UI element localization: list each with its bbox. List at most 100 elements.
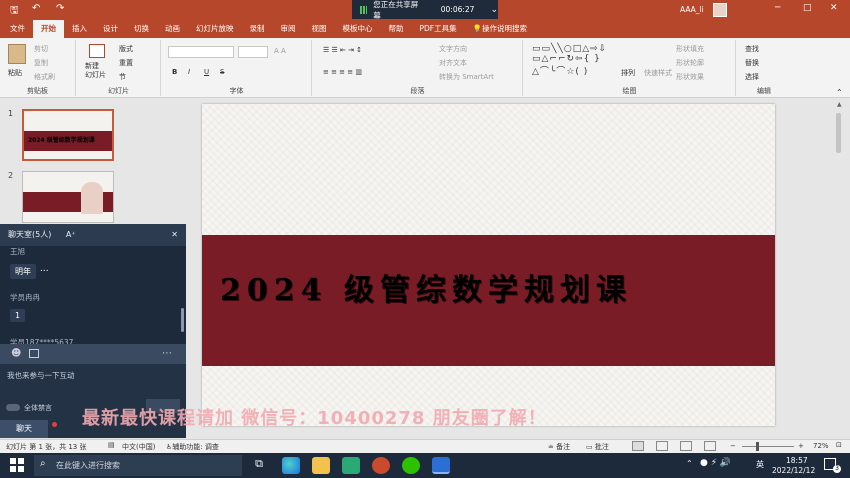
meeting-app-icon[interactable] <box>432 457 450 474</box>
tab-pdf-tools[interactable]: PDF工具集 <box>412 20 465 38</box>
undo-icon[interactable]: ↶ <box>32 3 40 14</box>
tray-up-icon[interactable]: ⌃ <box>686 459 693 468</box>
chat-scrollbar[interactable] <box>181 308 184 332</box>
font-name-input[interactable] <box>168 46 234 58</box>
zoom-slider[interactable] <box>742 446 794 447</box>
tab-animations[interactable]: 动画 <box>157 20 188 38</box>
image-icon[interactable] <box>29 349 39 358</box>
tray-icons[interactable]: ● ⚡ 🔊 <box>700 458 731 468</box>
strikethrough-button[interactable]: S <box>220 68 224 76</box>
reading-view-icon[interactable] <box>680 441 692 451</box>
edge-browser-icon[interactable] <box>282 457 300 474</box>
replace-button[interactable]: 替换 <box>745 58 759 68</box>
taskbar-search[interactable]: ⌕ 在此键入进行搜索 <box>34 455 242 476</box>
section-button[interactable]: 节 <box>119 72 126 82</box>
shape-fill-button[interactable]: 形状填充 <box>676 44 704 54</box>
tab-slideshow[interactable]: 幻灯片放映 <box>188 20 242 38</box>
font-grow-icon[interactable]: A A <box>274 47 286 55</box>
emoji-icon[interactable]: ☻ <box>11 348 21 359</box>
shape-outline-button[interactable]: 形状轮廓 <box>676 58 704 68</box>
slide-title[interactable]: 2024 级管综数学规划课 <box>220 265 632 309</box>
close-button[interactable]: ✕ <box>830 3 838 13</box>
copy-button[interactable]: 复制 <box>34 58 48 68</box>
clock-date[interactable]: 2022/12/12 <box>772 466 815 475</box>
powerpoint-icon[interactable] <box>372 457 390 474</box>
font-size-toggle[interactable]: A⁺ <box>66 230 76 239</box>
avatar[interactable] <box>713 3 727 17</box>
layout-button[interactable]: 版式 <box>119 44 133 54</box>
convert-smartart-button[interactable]: 转换为 SmartArt <box>439 72 494 82</box>
more-options-icon[interactable]: ⋯ <box>162 348 172 359</box>
zoom-in-button[interactable]: + <box>798 442 804 450</box>
mute-all-toggle[interactable] <box>6 404 20 411</box>
slideshow-icon[interactable] <box>704 441 716 451</box>
tab-template-center[interactable]: 模板中心 <box>335 20 381 38</box>
screen-share-banner[interactable]: 您正在共享屏幕 00:06:27 ⌄ <box>352 0 498 20</box>
font-size-input[interactable] <box>238 46 268 58</box>
scroll-thumb[interactable] <box>836 113 841 153</box>
align-text-button[interactable]: 对齐文本 <box>439 58 467 68</box>
zoom-out-button[interactable]: − <box>730 442 736 450</box>
italic-button[interactable]: I <box>188 68 190 76</box>
tab-help[interactable]: 帮助 <box>381 20 412 38</box>
chat-tab[interactable]: 聊天 <box>0 420 48 438</box>
tab-transitions[interactable]: 切换 <box>126 20 157 38</box>
tab-record[interactable]: 录制 <box>242 20 273 38</box>
more-icon[interactable]: ... <box>40 264 49 274</box>
new-slide-icon[interactable] <box>89 44 105 58</box>
bullets-icon[interactable]: ☰ ☰ ⇤ ⇥ ↕ <box>323 46 362 54</box>
wechat-icon[interactable] <box>402 457 420 474</box>
quick-styles-button[interactable]: 快速样式 <box>644 68 672 78</box>
cut-button[interactable]: 剪切 <box>34 44 48 54</box>
underline-button[interactable]: U <box>204 68 209 76</box>
slide-counter[interactable]: 幻灯片 第 1 张，共 13 张 <box>6 442 87 452</box>
task-view-icon[interactable]: ⧉ <box>250 457 268 474</box>
reset-button[interactable]: 重置 <box>119 58 133 68</box>
slide-canvas[interactable]: 2024 级管综数学规划课 <box>202 104 775 426</box>
bold-button[interactable]: B <box>172 68 177 76</box>
slide-thumb-2[interactable] <box>22 171 114 223</box>
save-icon[interactable]: 🖫 <box>10 3 19 20</box>
tab-view[interactable]: 视图 <box>304 20 335 38</box>
redo-icon[interactable]: ↷ <box>56 3 64 14</box>
minimize-button[interactable]: ─ <box>775 3 780 13</box>
ime-indicator[interactable]: 英 <box>756 459 764 470</box>
new-slide-button[interactable]: 新建 幻灯片 <box>85 62 106 80</box>
tab-file[interactable]: 文件 <box>0 20 33 38</box>
paste-icon[interactable] <box>8 44 26 64</box>
tab-tell-me[interactable]: 💡操作说明搜索 <box>465 20 535 38</box>
chevron-down-icon[interactable]: ⌄ <box>490 5 498 15</box>
scroll-up-icon[interactable]: ▲ <box>837 101 842 108</box>
select-button[interactable]: 选择 <box>745 72 759 82</box>
align-icons[interactable]: ≡ ≡ ≡ ≡ ▥ <box>323 68 362 76</box>
slide-thumb-1[interactable]: 2024 级管综数学规划课 <box>22 109 114 161</box>
close-icon[interactable]: ✕ <box>171 224 178 246</box>
shapes-gallery[interactable]: ▭▭╲╲○□△⇨⇩ ▭△⌐⌐↻⇦{ } △⌒╰⌒☆( ) <box>532 44 607 77</box>
format-painter-button[interactable]: 格式刷 <box>34 72 55 82</box>
slide-sorter-icon[interactable] <box>656 441 668 451</box>
tab-home[interactable]: 开始 <box>33 20 64 38</box>
comments-button[interactable]: ▭ 批注 <box>586 442 609 452</box>
paste-button[interactable]: 粘贴 <box>8 68 22 78</box>
tab-design[interactable]: 设计 <box>95 20 126 38</box>
tab-review[interactable]: 审阅 <box>273 20 304 38</box>
fit-slide-icon[interactable]: ⊡ <box>836 441 842 449</box>
text-direction-button[interactable]: 文字方向 <box>439 44 467 54</box>
clock-time[interactable]: 18:57 <box>786 456 808 465</box>
shape-effects-button[interactable]: 形状效果 <box>676 72 704 82</box>
zoom-slider-thumb[interactable] <box>756 442 759 451</box>
maximize-button[interactable]: □ <box>803 3 812 13</box>
language-indicator[interactable]: 中文(中国) <box>122 442 155 452</box>
find-button[interactable]: 查找 <box>745 44 759 54</box>
file-explorer-icon[interactable] <box>312 457 330 474</box>
spellcheck-icon[interactable]: ▤ <box>108 441 115 449</box>
arrange-button[interactable]: 排列 <box>621 68 635 78</box>
collapse-ribbon-icon[interactable]: ⌃ <box>836 88 843 97</box>
user-name[interactable]: AAA_li <box>680 5 704 14</box>
zoom-level[interactable]: 72% <box>813 442 829 450</box>
vertical-scrollbar[interactable]: ▲ <box>828 99 850 439</box>
normal-view-icon[interactable] <box>632 441 644 451</box>
chat-input[interactable]: 我也来参与一下互动 <box>7 370 75 381</box>
accessibility-indicator[interactable]: ♿辅助功能: 调查 <box>166 442 219 452</box>
windows-start-icon[interactable] <box>10 458 24 472</box>
